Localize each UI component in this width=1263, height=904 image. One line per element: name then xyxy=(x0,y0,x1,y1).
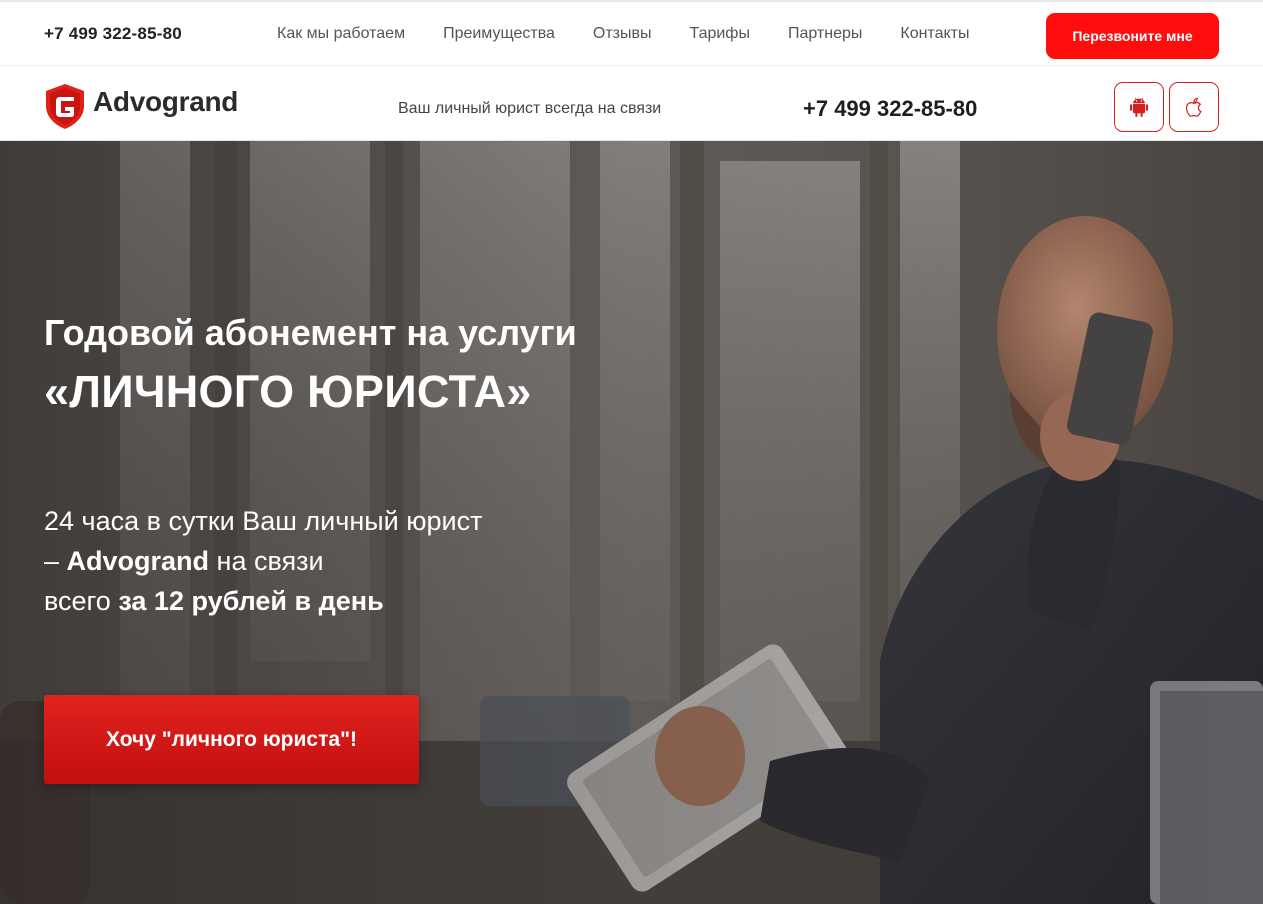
apple-app-button[interactable] xyxy=(1169,82,1219,132)
top-phone[interactable]: +7 499 322-85-80 xyxy=(44,24,182,44)
header: Advogrand Ваш личный юрист всегда на свя… xyxy=(0,66,1263,141)
hero-line-1: 24 часа в сутки Ваш личный юрист xyxy=(44,506,483,536)
nav-item-how-we-work[interactable]: Как мы работаем xyxy=(277,25,405,43)
hero-line-3: всего за 12 рублей в день xyxy=(44,581,482,621)
header-phone[interactable]: +7 499 322-85-80 xyxy=(803,96,977,122)
logo-text: Advogrand xyxy=(93,86,239,117)
main-nav: Как мы работаем Преимущества Отзывы Тари… xyxy=(277,25,1007,43)
hero-price: за 12 рублей в день xyxy=(118,586,384,616)
hero-line-2: – Advogrand на связи xyxy=(44,541,482,581)
hero-title: Годовой абонемент на услуги xyxy=(44,312,577,353)
tagline: Ваш личный юрист всегда на связи xyxy=(398,100,662,117)
nav-item-advantages[interactable]: Преимущества xyxy=(443,25,555,43)
hero-line-2-prefix: – xyxy=(44,546,67,576)
nav-item-partners[interactable]: Партнеры xyxy=(788,25,862,43)
shield-g-icon xyxy=(46,84,84,129)
hero-brand-name: Advogrand xyxy=(66,546,210,576)
nav-item-reviews[interactable]: Отзывы xyxy=(593,25,652,43)
hero-line-3-prefix: всего xyxy=(44,586,119,616)
top-bar: +7 499 322-85-80 Как мы работаем Преимущ… xyxy=(0,0,1263,66)
hero-section: Годовой абонемент на услуги «ЛИЧНОГО ЮРИ… xyxy=(0,141,1263,904)
hero-title-highlight: «ЛИЧНОГО ЮРИСТА» xyxy=(44,366,532,417)
logo[interactable]: Advogrand xyxy=(43,82,238,130)
nav-item-tariffs[interactable]: Тарифы xyxy=(690,25,750,43)
callback-button[interactable]: Перезвоните мне xyxy=(1046,13,1219,59)
cta-personal-lawyer-button[interactable]: Хочу "личного юриста"! xyxy=(44,695,419,784)
hero-line-2-suffix: на связи xyxy=(209,546,324,576)
android-icon xyxy=(1130,97,1148,117)
hero-description: 24 часа в сутки Ваш личный юрист – Advog… xyxy=(44,501,482,621)
apple-icon xyxy=(1185,97,1203,117)
android-app-button[interactable] xyxy=(1114,82,1164,132)
nav-item-contacts[interactable]: Контакты xyxy=(900,25,969,43)
